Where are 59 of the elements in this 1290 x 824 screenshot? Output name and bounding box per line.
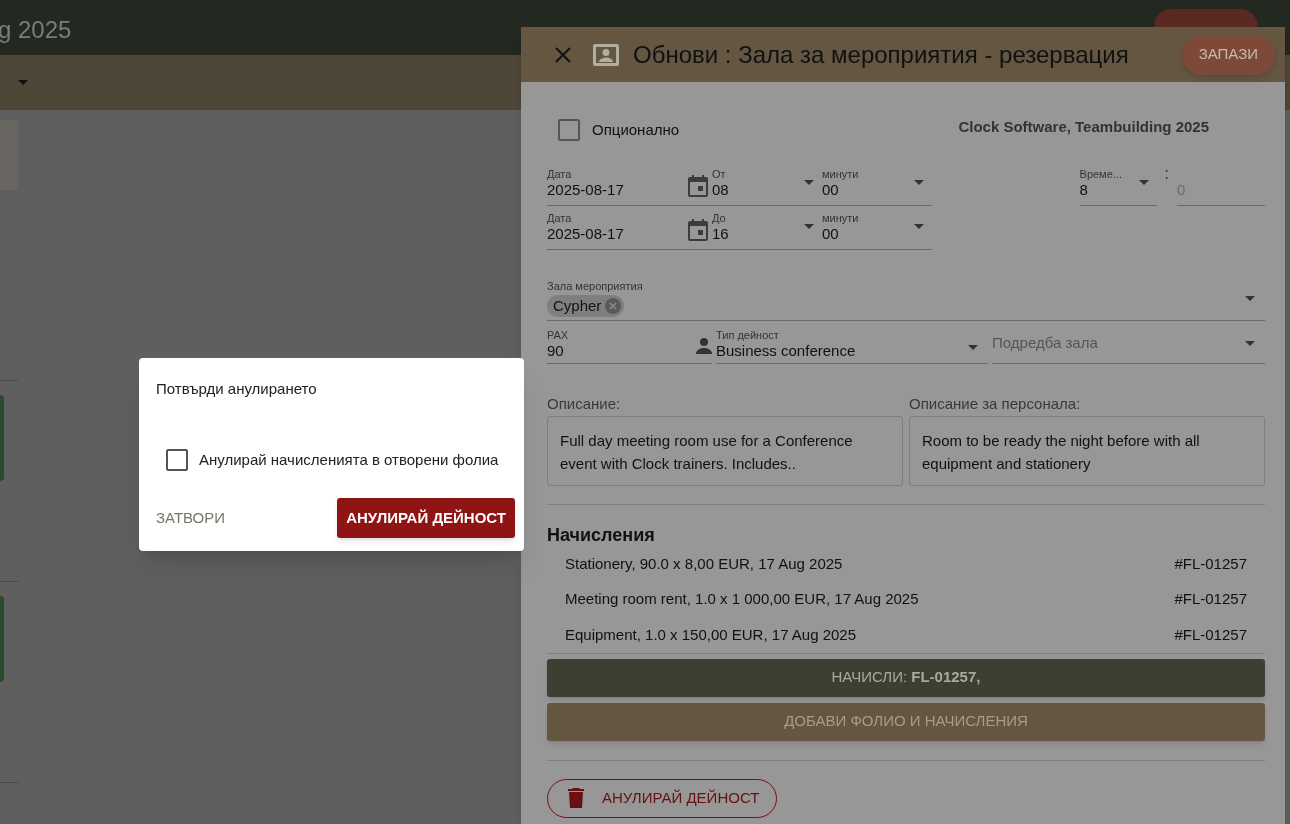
field-label: Дата [547, 168, 573, 181]
dropdown-caret-icon [804, 180, 814, 185]
activity-type-select[interactable]: Business conference [716, 342, 968, 360]
remove-icon[interactable] [605, 298, 622, 314]
close-button[interactable]: ЗАТВОРИ [156, 506, 226, 530]
folio-number: #FL-01257 [1174, 589, 1247, 609]
checkbox[interactable] [166, 448, 188, 471]
panel-title: Обнови : Зала за мероприятия - резервация [633, 39, 1129, 70]
description-label: Описание за персонала: [909, 395, 1082, 413]
hour-select[interactable]: 08 [712, 181, 804, 199]
confirm-cancel-button[interactable]: АНУЛИРАЙ ДЕЙНОСТ [337, 498, 515, 538]
field-label: Тип дейност [716, 329, 780, 342]
save-button[interactable]: ЗАПАЗИ [1181, 34, 1275, 75]
charge-item: Meeting room rent, 1.0 x 1 000,00 EUR, 17 Aug 2025 [565, 589, 919, 609]
trash-icon [568, 788, 584, 808]
charge-button[interactable]: НАЧИСЛИ: FL-01257, [547, 658, 1265, 697]
field-label: До [712, 212, 727, 225]
field-label: PAX [547, 329, 570, 342]
minutes-select[interactable]: 00 [822, 181, 914, 199]
charges-heading: Начисления [547, 524, 656, 546]
date-field[interactable]: 2025-08-17 [547, 181, 688, 199]
date-field[interactable]: 2025-08-17 [547, 225, 688, 243]
calendar-icon[interactable] [688, 219, 708, 241]
field-label: Зала мероприятия [547, 280, 644, 293]
field-label: Време... [1079, 168, 1123, 181]
dropdown-caret-icon [1245, 296, 1255, 301]
hours-select[interactable]: 8 [1079, 181, 1139, 199]
description-field[interactable]: Room to be ready the night before with all equipment and stationery [909, 416, 1265, 486]
meeting-room-icon [593, 43, 619, 66]
dropdown-caret-icon [804, 224, 814, 229]
hour-select[interactable]: 16 [712, 225, 804, 243]
time-separator: : [1164, 164, 1169, 184]
folio-number: #FL-01257 [1174, 624, 1247, 645]
description-field[interactable]: Full day meeting room use for a Conference event with Clock trainers. Includes.. [547, 416, 903, 486]
dropdown-caret-icon [914, 224, 924, 229]
optional-label: Опционално [592, 119, 680, 140]
field-label: минути [822, 168, 860, 181]
pax-field[interactable]: 90 [547, 342, 696, 360]
chip[interactable]: Cypher [547, 295, 625, 317]
minutes-select[interactable]: 00 [822, 225, 914, 243]
close-icon[interactable] [555, 46, 571, 63]
calendar-icon[interactable] [688, 175, 708, 197]
field-label: минути [822, 212, 860, 225]
field-label: Дата [547, 212, 573, 225]
checkbox-label: Анулирай начисленията в отворени фолиа [199, 449, 499, 470]
description-label: Описание: [547, 395, 622, 413]
dialog-title: Потвърди анулирането [156, 379, 318, 399]
field-label: От [712, 168, 727, 181]
client-name: Clock Software, Teambuilding 2025 [958, 116, 1209, 137]
dropdown-caret-icon[interactable] [18, 80, 28, 85]
folio-number: #FL-01257 [1174, 553, 1247, 574]
dropdown-caret-icon [914, 180, 924, 185]
charge-item: Equipment, 1.0 x 150,00 EUR, 17 Aug 2025 [565, 624, 857, 645]
charge-item: Stationery, 90.0 x 8,00 EUR, 17 Aug 2025 [565, 553, 843, 574]
person-icon [696, 338, 712, 354]
dropdown-caret-icon [1138, 180, 1149, 185]
checkbox[interactable] [558, 119, 580, 141]
dropdown-caret-icon [1245, 341, 1255, 346]
dropdown-caret-icon [968, 345, 978, 350]
